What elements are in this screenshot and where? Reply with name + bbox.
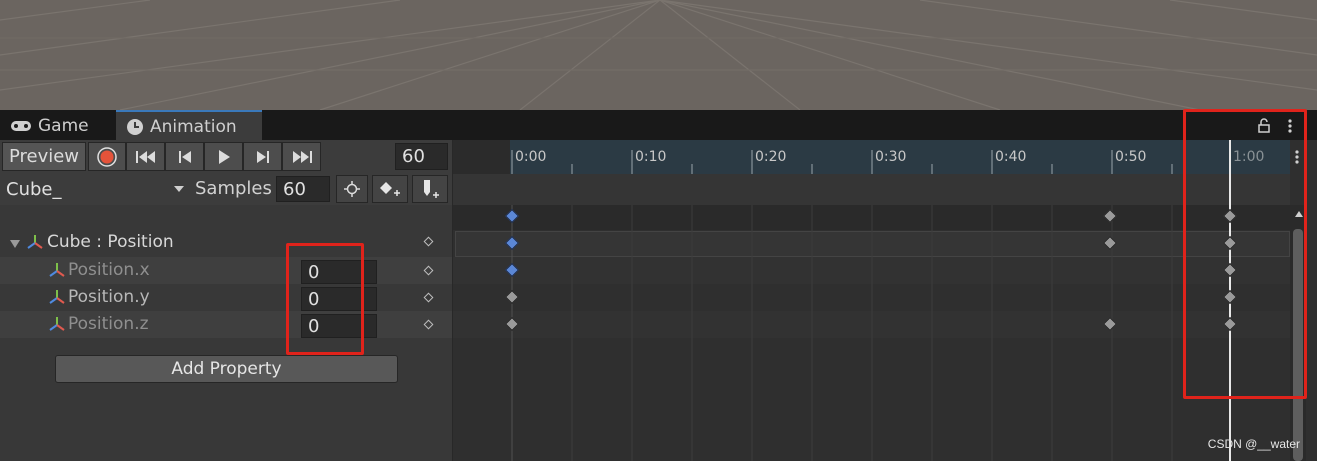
record-icon <box>97 146 117 167</box>
clip-name: Cube_ <box>6 178 62 200</box>
keyframe-toggle-z[interactable] <box>423 319 434 330</box>
transform-axis-icon <box>49 317 65 331</box>
previous-keyframe-button[interactable] <box>165 142 204 171</box>
tick-label-4: 0:40 <box>995 149 1027 165</box>
tick-label-0: 0:00 <box>515 149 547 165</box>
step-back-icon <box>178 150 191 163</box>
tab-animation[interactable]: Animation <box>116 110 262 142</box>
tick-label-5: 0:50 <box>1115 149 1147 165</box>
scene-view[interactable] <box>0 0 1317 110</box>
skip-to-start-icon <box>135 150 155 163</box>
first-keyframe-button[interactable] <box>126 142 165 171</box>
tick-label-1: 0:10 <box>635 149 667 165</box>
tab-animation-label: Animation <box>150 117 237 137</box>
tick-label-2: 0:20 <box>755 149 787 165</box>
animation-properties-panel: Preview 60 Cube_ Samples 60 Cube: Posit… <box>0 140 452 461</box>
property-row-position-z[interactable]: Position.z 0 <box>0 311 452 338</box>
play-icon <box>218 149 230 164</box>
keyframe-toggle-x[interactable] <box>423 265 434 276</box>
current-frame-field[interactable]: 60 <box>395 143 448 170</box>
property-label-x: Position.x <box>68 260 150 280</box>
watermark: CSDN @__water <box>1207 437 1300 451</box>
event-marker-icon <box>424 180 439 198</box>
expand-triangle-icon[interactable] <box>9 239 21 249</box>
next-keyframe-button[interactable] <box>243 142 282 171</box>
record-button[interactable] <box>88 142 126 171</box>
skip-to-end-icon <box>292 150 312 163</box>
transform-axis-icon <box>49 290 65 304</box>
clock-icon <box>127 119 143 135</box>
crosshair-icon <box>344 181 360 197</box>
add-keyframe-icon <box>380 182 400 196</box>
add-keyframe-button[interactable] <box>372 175 408 203</box>
samples-value: 60 <box>283 178 306 200</box>
step-forward-icon <box>256 150 269 163</box>
add-event-marker-button[interactable] <box>412 175 448 203</box>
property-label-y: Position.y <box>68 287 150 307</box>
scene-grid <box>0 0 1317 110</box>
playback-toolbar: Preview 60 <box>0 140 452 173</box>
samples-label: Samples <box>195 178 272 199</box>
preview-button[interactable]: Preview <box>2 142 86 171</box>
property-row-position-x[interactable]: Position.x 0 <box>0 257 452 284</box>
clip-toolbar: Cube_ Samples 60 <box>0 173 452 205</box>
gamepad-icon <box>11 121 31 131</box>
current-frame-value: 60 <box>402 146 425 167</box>
property-label-z: Position.z <box>68 314 149 334</box>
samples-field[interactable]: 60 <box>276 176 330 202</box>
tab-game[interactable]: Game <box>10 112 110 140</box>
property-group-row[interactable]: Cube : Position <box>0 228 452 255</box>
dropdown-arrow-icon <box>174 186 184 192</box>
property-row-position-y[interactable]: Position.y 0 <box>0 284 452 311</box>
transform-axis-icon <box>27 235 43 249</box>
clip-dropdown[interactable]: Cube_ <box>0 175 190 203</box>
timeline-grid <box>511 205 1173 461</box>
last-keyframe-button[interactable] <box>282 142 321 171</box>
event-strip[interactable] <box>453 174 1290 205</box>
preview-label: Preview <box>8 146 80 167</box>
keyframe-toggle-y[interactable] <box>423 292 434 303</box>
transform-axis-icon <box>49 263 65 277</box>
group-keyframe-toggle[interactable] <box>423 236 434 247</box>
property-group-label: Cube : Position <box>47 232 174 252</box>
play-button[interactable] <box>204 142 243 171</box>
add-event-button[interactable] <box>336 175 368 203</box>
highlight-box-keyframes <box>1183 109 1307 399</box>
tab-game-label: Game <box>38 116 89 136</box>
time-ruler[interactable]: 0:00 0:10 0:20 0:30 0:40 0:50 1:00 <box>453 140 1290 174</box>
add-property-label: Add Property <box>171 359 282 379</box>
tick-label-3: 0:30 <box>875 149 907 165</box>
ruler-ticks <box>511 150 1231 174</box>
window-tab-bar: Game Animation <box>0 110 1317 142</box>
add-property-button[interactable]: Add Property <box>55 355 398 383</box>
highlight-box-values <box>286 243 364 355</box>
